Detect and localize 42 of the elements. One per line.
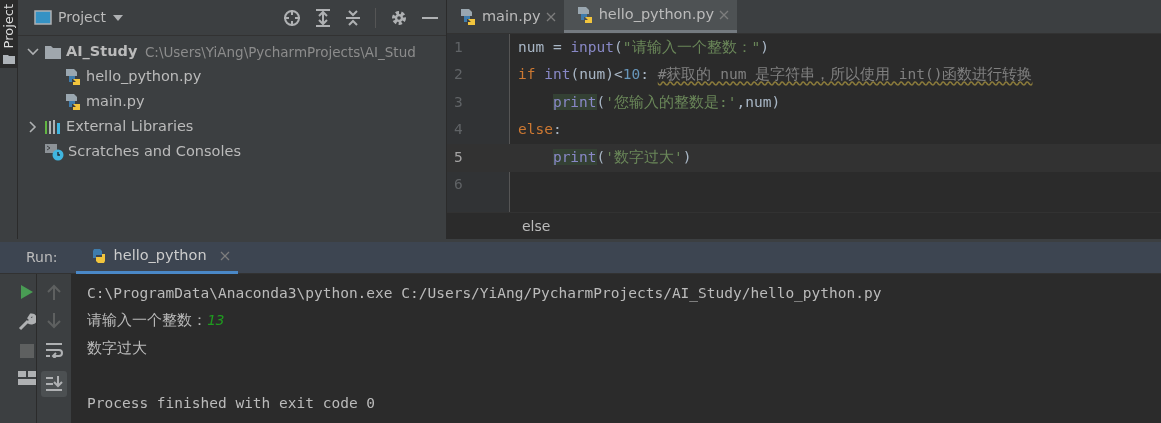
scroll-to-end-button[interactable]	[41, 371, 67, 397]
tree-item[interactable]: External Libraries	[66, 116, 194, 138]
console-line: Process finished with exit code 0	[87, 393, 376, 413]
window-icon	[34, 10, 52, 25]
code-line: else:	[518, 120, 562, 140]
tree-item[interactable]: hello_python.py	[86, 66, 202, 88]
folder-icon	[44, 44, 62, 60]
python-file-icon	[64, 68, 82, 86]
python-file-icon	[459, 7, 477, 26]
tree-item[interactable]: Scratches and Consoles	[68, 141, 241, 163]
code-line: if int(num)<10: #获取的 num 是字符串，所以使用 int()函数进行转换	[518, 65, 1033, 85]
console-line: 请输入一个整数：	[87, 311, 207, 331]
run-tab[interactable]: hello_python	[75, 241, 238, 274]
path-text: C:\Users\YiAng\PycharmProjects\AI_Stud	[144, 42, 416, 62]
expand-all-icon[interactable]	[315, 8, 331, 27]
collapse-all-icon[interactable]	[345, 8, 361, 27]
breadcrumb[interactable]: else	[522, 215, 551, 237]
wrench-icon[interactable]	[18, 313, 36, 331]
dropdown-caret-icon[interactable]	[111, 13, 124, 22]
folder-icon	[2, 54, 15, 65]
console-line: C:\ProgramData\Anaconda3\python.exe C:/Users/YiAng/PycharmProjects/AI_Study/hello_python.py	[87, 283, 882, 304]
close-icon[interactable]	[545, 11, 556, 22]
folder-name[interactable]: AI_Study	[66, 41, 138, 63]
settings-icon[interactable]	[390, 8, 408, 27]
editor-tab[interactable]: hello_python.py	[563, 0, 738, 33]
soft-wrap-icon[interactable]	[45, 342, 63, 358]
panel-title[interactable]: Project	[58, 7, 106, 28]
code-line: print('您输入的整数是:',num)	[551, 92, 781, 112]
input-text: 13	[207, 311, 225, 331]
console-line: 数字过大	[87, 338, 147, 358]
scratches-icon	[44, 143, 64, 161]
code-line: print('数字过大')	[551, 147, 692, 167]
libraries-icon	[44, 119, 62, 135]
python-file-icon	[575, 6, 594, 24]
panel-label: Run:	[26, 248, 58, 267]
code-line: num = input("请输入一个整数：")	[518, 37, 769, 57]
run-icon[interactable]	[20, 284, 34, 300]
tree-item[interactable]: main.py	[86, 91, 145, 113]
locate-icon[interactable]	[283, 8, 301, 27]
python-file-icon	[64, 93, 82, 111]
layout-icon[interactable]	[18, 371, 36, 385]
editor-tab[interactable]: main.py	[447, 0, 564, 33]
